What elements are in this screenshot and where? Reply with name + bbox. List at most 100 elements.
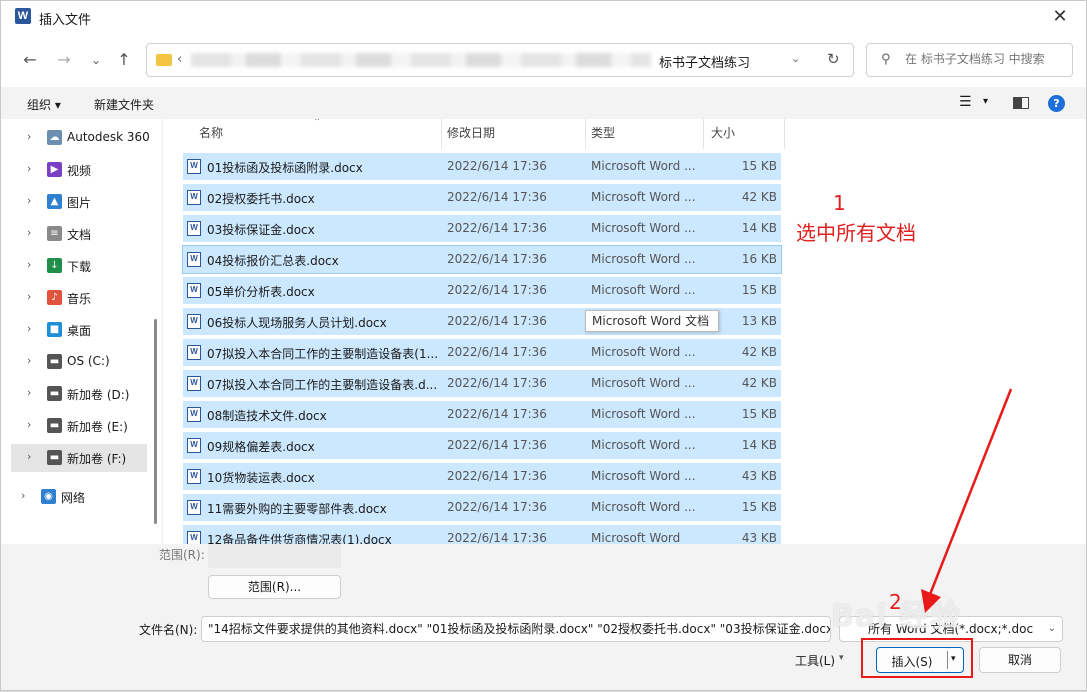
chevron-right-icon[interactable]: › xyxy=(27,290,31,303)
insert-file-dialog: W 插入文件 ✕ ← → ⌄ ↑ ‹ 标书子文档练习 ⌄ ↻ ⚲ 组织 ▾ 新建… xyxy=(0,0,1087,691)
document-icon: ≡ xyxy=(47,226,62,241)
chevron-right-icon[interactable]: › xyxy=(27,162,31,175)
sidebar-item[interactable]: › ≡ 文档 xyxy=(11,220,147,248)
word-app-icon: W xyxy=(15,8,31,24)
range-field xyxy=(208,544,341,568)
file-date: 2022/6/14 17:36 xyxy=(447,438,547,452)
file-type: Microsoft Word ... xyxy=(591,438,696,452)
help-icon[interactable]: ? xyxy=(1048,95,1065,112)
file-name: 12备品备件供货商情况表(1).docx xyxy=(207,533,392,544)
word-doc-icon: W xyxy=(187,252,201,267)
file-name: 10货物装运表.docx xyxy=(207,471,315,485)
file-row[interactable]: W 04投标报价汇总表.docx 2022/6/14 17:36 Microsoft … xyxy=(182,245,782,274)
file-row[interactable]: W 03投标保证金.docx 2022/6/14 17:36 Microsoft Wo… xyxy=(183,215,781,242)
chevron-right-icon[interactable]: › xyxy=(27,354,31,367)
chevron-right-icon[interactable]: › xyxy=(27,194,31,207)
search-input[interactable] xyxy=(905,52,1065,66)
file-size: 43 KB xyxy=(741,531,777,544)
address-path-blurred xyxy=(191,53,651,67)
picture-icon: ▲ xyxy=(47,194,62,209)
file-row[interactable]: W 09规格偏差表.docx 2022/6/14 17:36 Microsoft Wo… xyxy=(183,432,781,459)
refresh-icon[interactable]: ↻ xyxy=(827,50,840,68)
sidebar-item[interactable]: › ▬ 新加卷 (D:) xyxy=(11,380,147,408)
file-size: 42 KB xyxy=(741,345,777,359)
folder-icon xyxy=(156,54,172,66)
file-row[interactable]: W 12备品备件供货商情况表(1).docx 2022/6/14 17:36 Micr… xyxy=(183,525,781,544)
file-row[interactable]: W 11需要外购的主要零部件表.docx 2022/6/14 17:36 Micros… xyxy=(183,494,781,521)
file-row[interactable]: W 07拟投入本合同工作的主要制造设备表(1... 2022/6/14 17:36 M… xyxy=(183,339,781,366)
recent-locations-button[interactable]: ⌄ xyxy=(85,49,107,71)
chevron-right-icon[interactable]: › xyxy=(27,450,31,463)
navigation-bar: ← → ⌄ ↑ ‹ 标书子文档练习 ⌄ ↻ ⚲ xyxy=(1,33,1086,87)
view-dropdown-icon[interactable]: ▾ xyxy=(983,96,988,107)
chevron-right-icon[interactable]: › xyxy=(27,258,31,271)
filename-input[interactable]: "14招标文件要求提供的其他资料.docx" "01投标函及投标函附录.docx… xyxy=(201,616,831,642)
sidebar-item[interactable]: › ■ 桌面 xyxy=(11,316,147,344)
sidebar-item[interactable]: › ▲ 图片 xyxy=(11,188,147,216)
dialog-footer: 范围(R): 范围(R)... 文件名(N): "14招标文件要求提供的其他资料… xyxy=(1,544,1086,690)
column-divider[interactable] xyxy=(784,119,785,149)
sidebar-item-label: 文档 xyxy=(67,228,92,242)
word-doc-icon: W xyxy=(187,531,201,544)
file-date: 2022/6/14 17:36 xyxy=(447,190,547,204)
search-icon: ⚲ xyxy=(881,52,891,67)
file-size: 15 KB xyxy=(741,407,777,421)
chevron-right-icon[interactable]: › xyxy=(27,322,31,335)
column-header-name[interactable]: 名称 xyxy=(163,119,441,149)
search-box[interactable]: ⚲ xyxy=(866,43,1073,77)
annotation-step-1-text: 选中所有文档 xyxy=(796,221,916,245)
column-header-size[interactable]: 大小 xyxy=(675,119,785,149)
word-doc-icon: W xyxy=(187,190,201,205)
forward-button[interactable]: → xyxy=(53,49,75,71)
sidebar-item[interactable]: › ▬ 新加卷 (E:) xyxy=(11,412,147,440)
tools-menu-button[interactable]: 工具(L) xyxy=(795,652,835,669)
drive-icon: ▬ xyxy=(47,386,62,401)
address-dropdown-icon[interactable]: ⌄ xyxy=(791,52,800,65)
file-size: 15 KB xyxy=(741,159,777,173)
sidebar-item[interactable]: › ▬ 新加卷 (F:) xyxy=(11,444,147,472)
address-current-folder[interactable]: 标书子文档练习 xyxy=(659,52,750,71)
sidebar-item[interactable]: › ▶ 视频 xyxy=(11,156,147,184)
file-row[interactable]: W 01投标函及投标函附录.docx 2022/6/14 17:36 Microsof… xyxy=(183,153,781,180)
file-row[interactable]: W 07拟投入本合同工作的主要制造设备表.d... 2022/6/14 17:36 M… xyxy=(183,370,781,397)
sidebar-item[interactable]: › ☁ Autodesk 360 xyxy=(11,124,150,152)
file-size: 15 KB xyxy=(741,283,777,297)
chevron-right-icon[interactable]: › xyxy=(27,130,31,143)
word-doc-icon: W xyxy=(187,407,201,422)
new-folder-button[interactable]: 新建文件夹 xyxy=(94,96,154,113)
range-button[interactable]: 范围(R)... xyxy=(208,575,341,599)
cancel-button[interactable]: 取消 xyxy=(979,647,1061,673)
file-date: 2022/6/14 17:36 xyxy=(447,376,547,390)
sidebar-item-label: 新加卷 (D:) xyxy=(67,388,130,402)
tools-dropdown-icon[interactable]: ▾ xyxy=(839,653,844,663)
chevron-right-icon[interactable]: › xyxy=(21,489,25,502)
command-toolbar: 组织 ▾ 新建文件夹 ☰ ▾ ? xyxy=(1,87,1086,119)
sidebar-item[interactable]: › ▬ OS (C:) xyxy=(11,348,147,376)
file-row[interactable]: W 05单价分析表.docx 2022/6/14 17:36 Microsoft Wo… xyxy=(183,277,781,304)
chevron-right-icon[interactable]: › xyxy=(27,418,31,431)
navigation-pane: › ☁ Autodesk 360 › ▶ 视频 › ▲ 图片 › ≡ 文档 › ↓ 下载 › ♪ 音乐 › ■ 桌面 › ▬… xyxy=(1,119,161,544)
address-overflow-chevron[interactable]: ‹ xyxy=(177,52,182,67)
chevron-right-icon[interactable]: › xyxy=(27,386,31,399)
view-options-icon[interactable]: ☰ xyxy=(959,94,972,110)
annotation-step-2: 2 xyxy=(889,590,902,614)
back-button[interactable]: ← xyxy=(19,49,41,71)
sidebar-item[interactable]: › ↓ 下载 xyxy=(11,252,147,280)
file-row[interactable]: W 10货物装运表.docx 2022/6/14 17:36 Microsoft Wo… xyxy=(183,463,781,490)
up-button[interactable]: ↑ xyxy=(113,49,135,71)
sort-ascending-icon: ⌃ xyxy=(313,119,322,128)
chevron-right-icon[interactable]: › xyxy=(27,226,31,239)
sidebar-item[interactable]: › ◉ 网络 xyxy=(5,483,141,511)
file-row[interactable]: W 08制造技术文件.docx 2022/6/14 17:36 Microsoft W… xyxy=(183,401,781,428)
sidebar-item[interactable]: › ♪ 音乐 xyxy=(11,284,147,312)
organize-button[interactable]: 组织 ▾ xyxy=(27,96,61,113)
desktop-icon: ■ xyxy=(47,322,62,337)
file-date: 2022/6/14 17:36 xyxy=(447,469,547,483)
sidebar-scrollbar[interactable] xyxy=(154,319,157,524)
close-button[interactable]: ✕ xyxy=(1046,5,1074,29)
address-bar[interactable]: ‹ 标书子文档练习 ⌄ ↻ xyxy=(146,43,854,77)
preview-pane-icon[interactable] xyxy=(1013,97,1029,109)
file-row[interactable]: W 02授权委托书.docx 2022/6/14 17:36 Microsoft Wo… xyxy=(183,184,781,211)
filename-label: 文件名(N): xyxy=(139,623,198,637)
video-icon: ▶ xyxy=(47,162,62,177)
